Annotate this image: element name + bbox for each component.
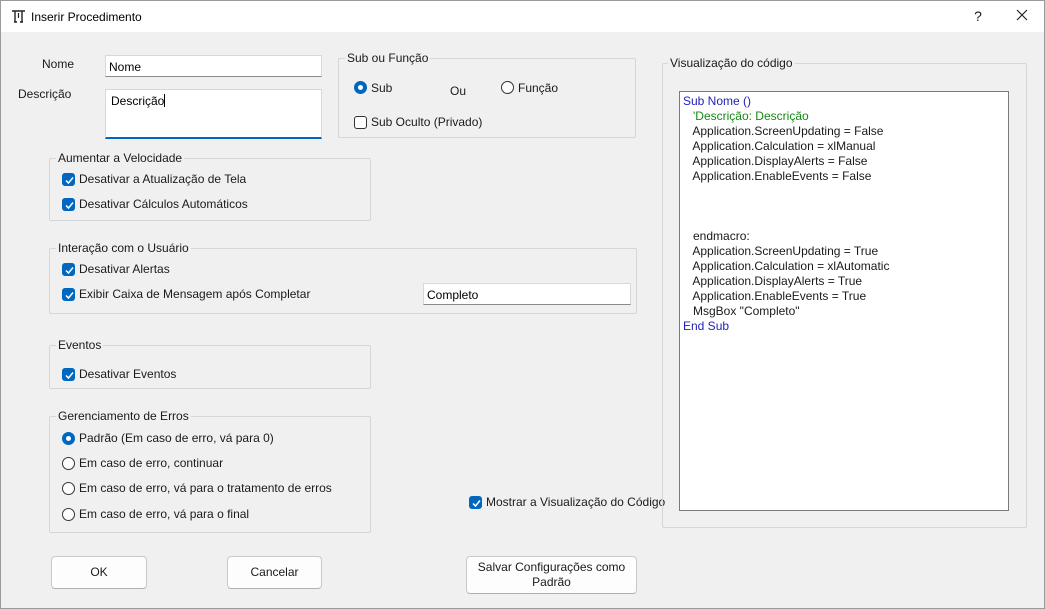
- error-default-label[interactable]: Padrão (Em caso de erro, vá para 0): [79, 431, 274, 445]
- show-preview-checkbox[interactable]: [469, 496, 482, 509]
- or-label: Ou: [450, 84, 467, 98]
- text-caret: [164, 94, 166, 107]
- disable-events-label[interactable]: Desativar Eventos: [79, 367, 176, 381]
- hidden-sub-label[interactable]: Sub Oculto (Privado): [371, 115, 482, 129]
- window-title: Inserir Procedimento: [31, 10, 142, 24]
- error-handler-label[interactable]: Em caso de erro, vá para o tratamento de…: [79, 481, 332, 495]
- error-handling-legend: Gerenciamento de Erros: [56, 409, 191, 423]
- disable-alerts-label[interactable]: Desativar Alertas: [79, 262, 170, 276]
- close-button[interactable]: [1005, 2, 1039, 30]
- speed-group: [49, 158, 371, 221]
- checkmark-icon: [65, 202, 74, 210]
- error-goto-end-label[interactable]: Em caso de erro, vá para o final: [79, 507, 249, 521]
- sub-function-legend: Sub ou Função: [345, 51, 431, 65]
- show-messagebox-checkbox[interactable]: [62, 288, 75, 301]
- description-input[interactable]: Descrição: [105, 89, 322, 139]
- code-line: MsgBox "Completo": [683, 304, 800, 318]
- close-icon: [1016, 9, 1028, 21]
- code-line: 'Descrição: Descrição: [683, 109, 809, 123]
- checkmark-icon: [65, 177, 74, 185]
- code-preview-panel[interactable]: Sub Nome () 'Descrição: Descrição Applic…: [679, 91, 1009, 511]
- code-line: End Sub: [683, 319, 730, 333]
- app-icon: [10, 8, 27, 25]
- disable-auto-calc-checkbox[interactable]: [62, 198, 75, 211]
- code-preview-legend: Visualização do código: [668, 56, 795, 70]
- disable-alerts-checkbox[interactable]: [62, 263, 75, 276]
- code-line: endmacro:: [683, 229, 750, 243]
- message-text-input[interactable]: Completo: [423, 283, 631, 305]
- user-interaction-legend: Interação com o Usuário: [56, 241, 191, 255]
- show-messagebox-label[interactable]: Exibir Caixa de Mensagem após Completar: [79, 287, 310, 301]
- code-line: Application.EnableEvents = True: [683, 289, 867, 303]
- insert-procedure-dialog: Inserir Procedimento ? Nome Nome Descriç…: [0, 0, 1045, 609]
- speed-legend: Aumentar a Velocidade: [56, 151, 185, 165]
- error-goto-end-radio[interactable]: [62, 508, 75, 521]
- code-line: Application.Calculation = xlAutomatic: [683, 259, 890, 273]
- error-handler-radio[interactable]: [62, 482, 75, 495]
- cancel-button[interactable]: Cancelar: [227, 556, 322, 589]
- disable-screen-updating-checkbox[interactable]: [62, 173, 75, 186]
- checkmark-icon: [65, 267, 74, 275]
- events-legend: Eventos: [56, 338, 104, 352]
- help-button[interactable]: ?: [965, 2, 991, 30]
- name-input[interactable]: Nome: [105, 55, 322, 77]
- checkmark-icon: [65, 372, 74, 380]
- function-radio[interactable]: [501, 81, 514, 94]
- title-bar: Inserir Procedimento ?: [1, 1, 1044, 32]
- show-preview-label[interactable]: Mostrar a Visualização do Código: [486, 495, 665, 509]
- disable-events-checkbox[interactable]: [62, 368, 75, 381]
- name-label: Nome: [42, 57, 75, 71]
- description-label: Descrição: [18, 87, 72, 101]
- message-text-value: Completo: [427, 288, 479, 302]
- error-resume-next-label[interactable]: Em caso de erro, continuar: [79, 456, 223, 470]
- code-line: Application.DisplayAlerts = False: [683, 154, 868, 168]
- disable-auto-calc-label[interactable]: Desativar Cálculos Automáticos: [79, 197, 248, 211]
- sub-radio[interactable]: [354, 81, 367, 94]
- checkmark-icon: [65, 292, 74, 300]
- name-input-value: Nome: [109, 60, 142, 74]
- checkmark-icon: [472, 500, 481, 508]
- function-radio-label[interactable]: Função: [518, 81, 558, 95]
- save-defaults-button[interactable]: Salvar Configurações como Padrão: [466, 556, 637, 594]
- error-resume-next-radio[interactable]: [62, 457, 75, 470]
- code-line: Application.ScreenUpdating = False: [683, 124, 884, 138]
- hidden-sub-checkbox[interactable]: [354, 116, 367, 129]
- disable-screen-updating-label[interactable]: Desativar a Atualização de Tela: [79, 172, 246, 186]
- code-line: Application.ScreenUpdating = True: [683, 244, 879, 258]
- code-line: Application.Calculation = xlManual: [683, 139, 876, 153]
- error-default-radio[interactable]: [62, 432, 75, 445]
- code-line: Sub Nome (): [683, 94, 752, 108]
- ok-button[interactable]: OK: [51, 556, 147, 589]
- code-line: Application.EnableEvents = False: [683, 169, 872, 183]
- code-line: Application.DisplayAlerts = True: [683, 274, 863, 288]
- description-input-value: Descrição: [111, 94, 165, 108]
- sub-radio-label[interactable]: Sub: [371, 81, 392, 95]
